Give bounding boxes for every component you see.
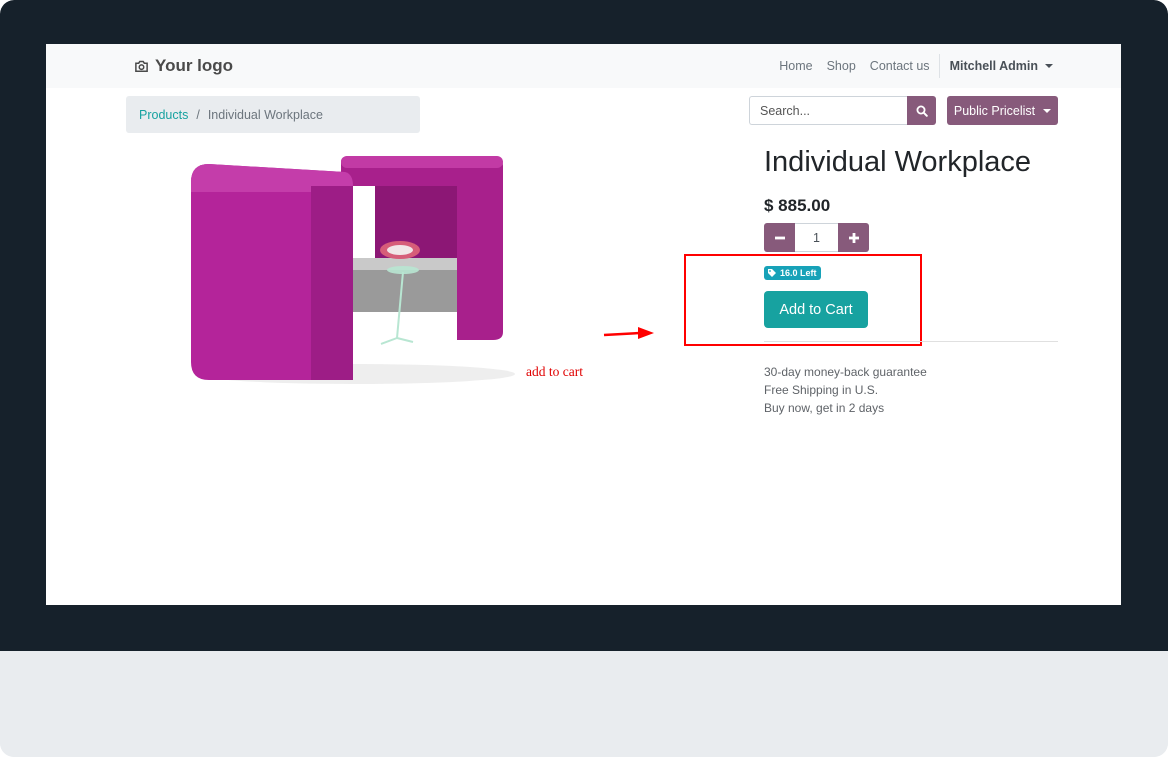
nav-shop[interactable]: Shop bbox=[820, 59, 863, 73]
monitor-frame: Your logo Home Shop Contact us Mitchell … bbox=[0, 0, 1168, 757]
site-logo[interactable]: Your logo bbox=[134, 55, 233, 77]
quantity-decrease-button[interactable] bbox=[764, 223, 795, 252]
minus-icon bbox=[774, 236, 785, 239]
browser-viewport: Your logo Home Shop Contact us Mitchell … bbox=[46, 44, 1121, 605]
plus-icon bbox=[848, 232, 859, 243]
breadcrumb-current: Individual Workplace bbox=[207, 107, 323, 122]
breadcrumb-products-link[interactable]: Products bbox=[139, 108, 188, 122]
add-to-cart-button[interactable]: Add to Cart bbox=[764, 291, 868, 328]
nav-contact-us[interactable]: Contact us bbox=[863, 59, 937, 73]
caret-down-icon bbox=[1045, 64, 1053, 68]
top-navbar: Your logo Home Shop Contact us Mitchell … bbox=[46, 44, 1121, 88]
stock-badge-label: 16.0 Left bbox=[780, 268, 817, 278]
nav-divider bbox=[938, 54, 940, 78]
product-title: Individual Workplace bbox=[764, 146, 1032, 178]
user-name: Mitchell Admin bbox=[949, 59, 1038, 73]
monitor-chin bbox=[0, 651, 1168, 757]
monitor-bezel: Your logo Home Shop Contact us Mitchell … bbox=[0, 0, 1168, 651]
annotation-label: add to cart bbox=[526, 364, 583, 379]
stock-badge: 16.0 Left bbox=[764, 266, 821, 280]
nav-home[interactable]: Home bbox=[772, 59, 819, 73]
search-icon bbox=[916, 105, 928, 117]
logo-text: Your logo bbox=[155, 56, 234, 75]
guarantee-item: Buy now, get in 2 days bbox=[764, 401, 885, 415]
guarantee-item: Free Shipping in U.S. bbox=[764, 383, 879, 397]
pricelist-dropdown[interactable]: Public Pricelist bbox=[947, 96, 1058, 125]
camera-icon bbox=[135, 60, 148, 72]
quantity-increase-button[interactable] bbox=[838, 223, 869, 252]
details-divider bbox=[764, 341, 1058, 342]
user-menu[interactable]: Mitchell Admin bbox=[942, 59, 1053, 73]
main-menu: Home Shop Contact us Mitchell Admin bbox=[772, 44, 1053, 88]
product-image bbox=[185, 152, 521, 384]
search-button[interactable] bbox=[907, 96, 936, 125]
quantity-stepper bbox=[764, 223, 869, 252]
breadcrumb-separator: / bbox=[196, 107, 200, 122]
annotation-arrow-icon bbox=[603, 327, 654, 339]
tag-icon bbox=[768, 269, 776, 277]
search-form bbox=[749, 96, 936, 125]
pricelist-label: Public Pricelist bbox=[953, 103, 1036, 118]
search-input[interactable] bbox=[749, 96, 907, 125]
quantity-input[interactable] bbox=[795, 223, 838, 252]
breadcrumb: Products / Individual Workplace bbox=[126, 96, 420, 133]
product-price: $ 885.00 bbox=[764, 196, 831, 215]
guarantee-list: 30-day money-back guarantee Free Shippin… bbox=[764, 363, 927, 417]
guarantee-item: 30-day money-back guarantee bbox=[764, 365, 927, 379]
caret-down-icon bbox=[1043, 108, 1052, 113]
